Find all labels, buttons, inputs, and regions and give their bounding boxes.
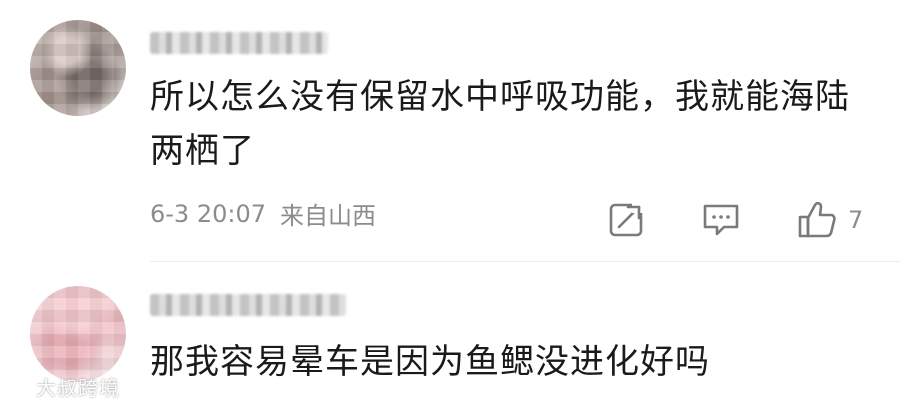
like-button[interactable]: 7 [796, 196, 863, 244]
thumbs-up-icon [796, 199, 838, 241]
like-count: 7 [848, 206, 864, 234]
comment-date: 6-3 20:07 [150, 199, 266, 228]
comment-divider [150, 261, 900, 262]
share-button[interactable] [606, 196, 646, 244]
comment-location: 来自山西 [280, 202, 376, 230]
watermark: 大叔跨境 [4, 372, 120, 401]
reply-button[interactable] [700, 196, 742, 244]
comment-icon [700, 200, 742, 240]
username-blurred[interactable] [150, 294, 346, 316]
watermark-logo-icon [4, 376, 32, 398]
avatar[interactable] [30, 20, 126, 116]
comment-meta: 6-3 20:07 来自山西 [150, 196, 376, 231]
share-icon [606, 200, 646, 240]
username-blurred[interactable] [150, 32, 328, 54]
comment-text: 那我容易晕车是因为鱼鳃没进化好吗 [150, 342, 710, 382]
comment-feed: 所以怎么没有保留水中呼吸功能，我就能海陆两栖了 6-3 20:07 来自山西 7… [0, 0, 900, 402]
avatar[interactable] [30, 286, 126, 382]
watermark-text: 大叔跨境 [36, 376, 120, 400]
comment-text: 所以怎么没有保留水中呼吸功能，我就能海陆两栖了 [150, 77, 850, 171]
